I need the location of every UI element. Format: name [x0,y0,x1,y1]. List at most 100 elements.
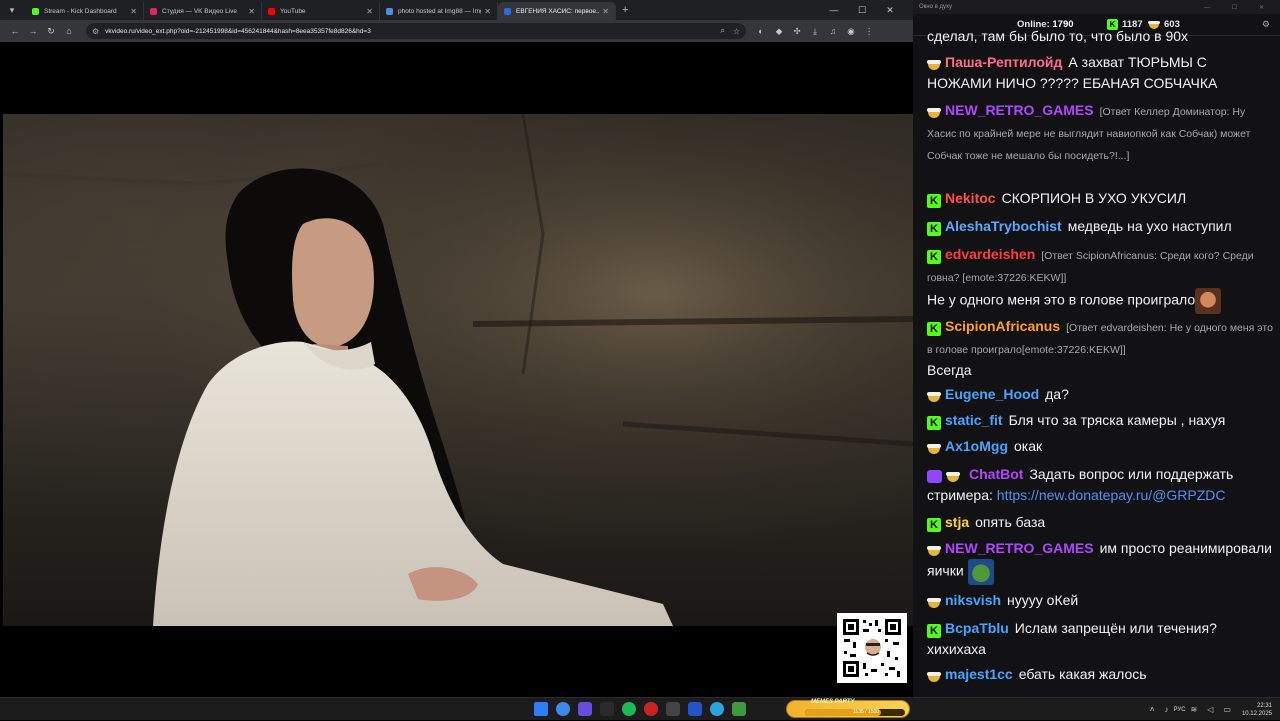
home-icon[interactable]: ⌂ [60,26,78,36]
browser-tab[interactable]: ЕВГЕНИЯ ХАСИС: первое... ✕ [498,2,616,20]
window-controls: — ☐ ✕ [820,0,904,20]
chat-username[interactable]: BcpaTblu [945,620,1009,636]
address-bar[interactable]: ⚙ vkvideo.ru/video_ext.php?oid=-21245199… [86,23,746,39]
clock[interactable]: 22:31 10.12.2025 [1242,702,1272,718]
language-indicator[interactable]: РУС [1174,707,1186,713]
close-tab-icon[interactable]: ✕ [602,7,609,16]
app-icon[interactable] [578,702,592,716]
tab-favicon-icon [268,7,275,15]
chat-username[interactable]: AleshaTrybochist [945,218,1062,234]
chat-message-text: да? [1045,386,1069,402]
chat-username[interactable]: static_fit [945,412,1003,428]
bot-badge-icon [927,465,969,485]
extension-icon[interactable]: ◆ [770,26,788,37]
beer-mug-icon [927,539,945,559]
telegram-icon[interactable] [710,702,724,716]
beer-mug-icon [927,591,945,611]
beer-mug-icon [927,101,945,121]
tab-search-icon[interactable]: ▾ [4,2,20,18]
app-icon[interactable] [644,702,658,716]
download-icon[interactable]: ⤓ [806,26,824,37]
volume-icon[interactable]: ◁ [1207,705,1213,714]
chat-username[interactable]: stja [945,514,969,530]
wifi-icon[interactable]: ≋ [1191,705,1198,714]
close-tab-icon[interactable]: ✕ [366,7,373,16]
menu-dots-icon[interactable]: ⋮ [860,26,878,37]
browser-tab[interactable]: Stream - Kick Dashboard ✕ [26,2,144,20]
extensions-area: ◐ ◆ ✣ ⤓ ♫ ◉ ⋮ [752,26,878,37]
chat-message-text: ебать какая жалось [1018,666,1147,682]
chat-message: K AleshaTrybochist медведь на ухо наступил [927,216,1275,237]
profile-icon[interactable]: ◉ [842,26,860,37]
browser-tab[interactable]: YouTube ✕ [262,2,380,20]
memes-progress-count: 1135 / 1500 [853,709,880,715]
chat-message: Паша-Рептилойд А захват ТЮРЬМЫ С НОЖАМИ Н… [927,52,1275,93]
maximize-button[interactable]: ☐ [848,5,876,16]
browser-tab[interactable]: Студия — VK Видео Live ✕ [144,2,262,20]
chat-message: K Nekitoc СКОРПИОН В УХО УКУСИЛ [927,188,1275,209]
browser-tab[interactable]: photo hosted at Img88 — Img... ✕ [380,2,498,20]
steam-icon[interactable] [600,702,614,716]
chat-username[interactable]: NEW_RETRO_GAMES [945,540,1094,556]
chrome-icon[interactable] [556,702,570,716]
site-info-icon[interactable]: ⚙ [92,27,99,36]
chevron-up-icon[interactable]: ˄ [1150,705,1155,714]
bookmark-star-icon[interactable]: ☆ [733,27,740,36]
close-tab-icon[interactable]: ✕ [130,7,137,16]
chat-username[interactable]: edvardeishen [945,246,1035,262]
kekw-emote-icon [1195,288,1222,314]
video-player[interactable] [3,42,913,697]
chat-message-text: сделал, там бы было то, что было в 90х [927,28,1189,44]
tab-favicon-icon [150,7,157,15]
frog-emote-icon [967,559,994,586]
obs-icon[interactable] [666,702,680,716]
chat-message: Ax1oMgg окак [927,436,1275,457]
tab-label: Stream - Kick Dashboard [44,7,117,15]
chat-username[interactable]: ScipionAfricanus [945,318,1060,334]
chat-username[interactable]: niksvish [945,592,1001,608]
close-tab-icon[interactable]: ✕ [248,7,255,16]
chat-username[interactable]: ChatBot [969,466,1023,482]
new-tab-button[interactable]: + [622,4,628,16]
chat-username[interactable]: Паша-Рептилойд [945,54,1062,70]
kick-logo-icon: K [927,217,945,237]
media-icon[interactable]: ♫ [824,26,842,36]
extension-icon[interactable]: ◐ [752,26,770,36]
tab-label: ЕВГЕНИЯ ХАСИС: первое... [516,7,600,15]
app-icon[interactable] [732,702,746,716]
chat-username[interactable]: Ax1oMgg [945,438,1008,454]
chat-message: K ScipionAfricanus [Ответ edvardeishen: Не… [927,316,1275,380]
system-tray: ˄ ♪ РУС ≋ ◁ ▭ 22:31 10.12.2025 [1145,698,1272,721]
chat-username[interactable]: NEW_RETRO_GAMES [945,102,1094,118]
kick-logo-icon: K [927,411,945,431]
zoom-icon[interactable]: ⌕ [720,26,724,36]
qr-code [837,613,907,683]
puzzle-extensions-icon[interactable]: ✣ [788,26,806,37]
minimize-button[interactable]: — [820,5,848,15]
chat-username[interactable]: majest1cc [945,666,1013,682]
tab-label: Студия — VK Видео Live [162,7,238,15]
app-icon[interactable] [688,702,702,716]
chat-message: niksvish нуууу оКей [927,590,1275,611]
close-tab-icon[interactable]: ✕ [484,7,491,16]
battery-icon[interactable]: ▭ [1223,705,1231,714]
windows-start-icon[interactable] [534,702,548,716]
chat-message-text: нуууу оКей [1007,592,1079,608]
chat-username[interactable]: Eugene_Hood [945,386,1039,402]
chat-message: Kstja опять база [927,512,1275,533]
donate-link[interactable]: https://new.donatepay.ru/@GRPZDC [997,487,1226,503]
reload-icon[interactable]: ↻ [42,26,60,37]
kick-logo-icon: K [927,619,945,639]
chat-username[interactable]: Nekitoc [945,190,996,206]
spotify-icon[interactable] [622,702,636,716]
tab-bar: ▾ Stream - Kick Dashboard ✕ Студия — VK Ви… [0,0,913,20]
chat-window-controls[interactable]: — ☐ ✕ [1204,4,1274,11]
chat-panel: Окно в духу — ☐ ✕ Online: 1790 K 1187 60… [913,0,1280,697]
back-arrow-icon[interactable]: ← [6,26,24,36]
chat-message-text: Не у одного меня это в голове проиграло [927,291,1196,308]
close-window-button[interactable]: ✕ [876,5,904,16]
microphone-icon[interactable]: ♪ [1165,705,1169,714]
kick-logo-icon: K [927,189,945,209]
forward-arrow-icon[interactable]: → [24,26,42,36]
tab-favicon-icon [32,7,39,15]
